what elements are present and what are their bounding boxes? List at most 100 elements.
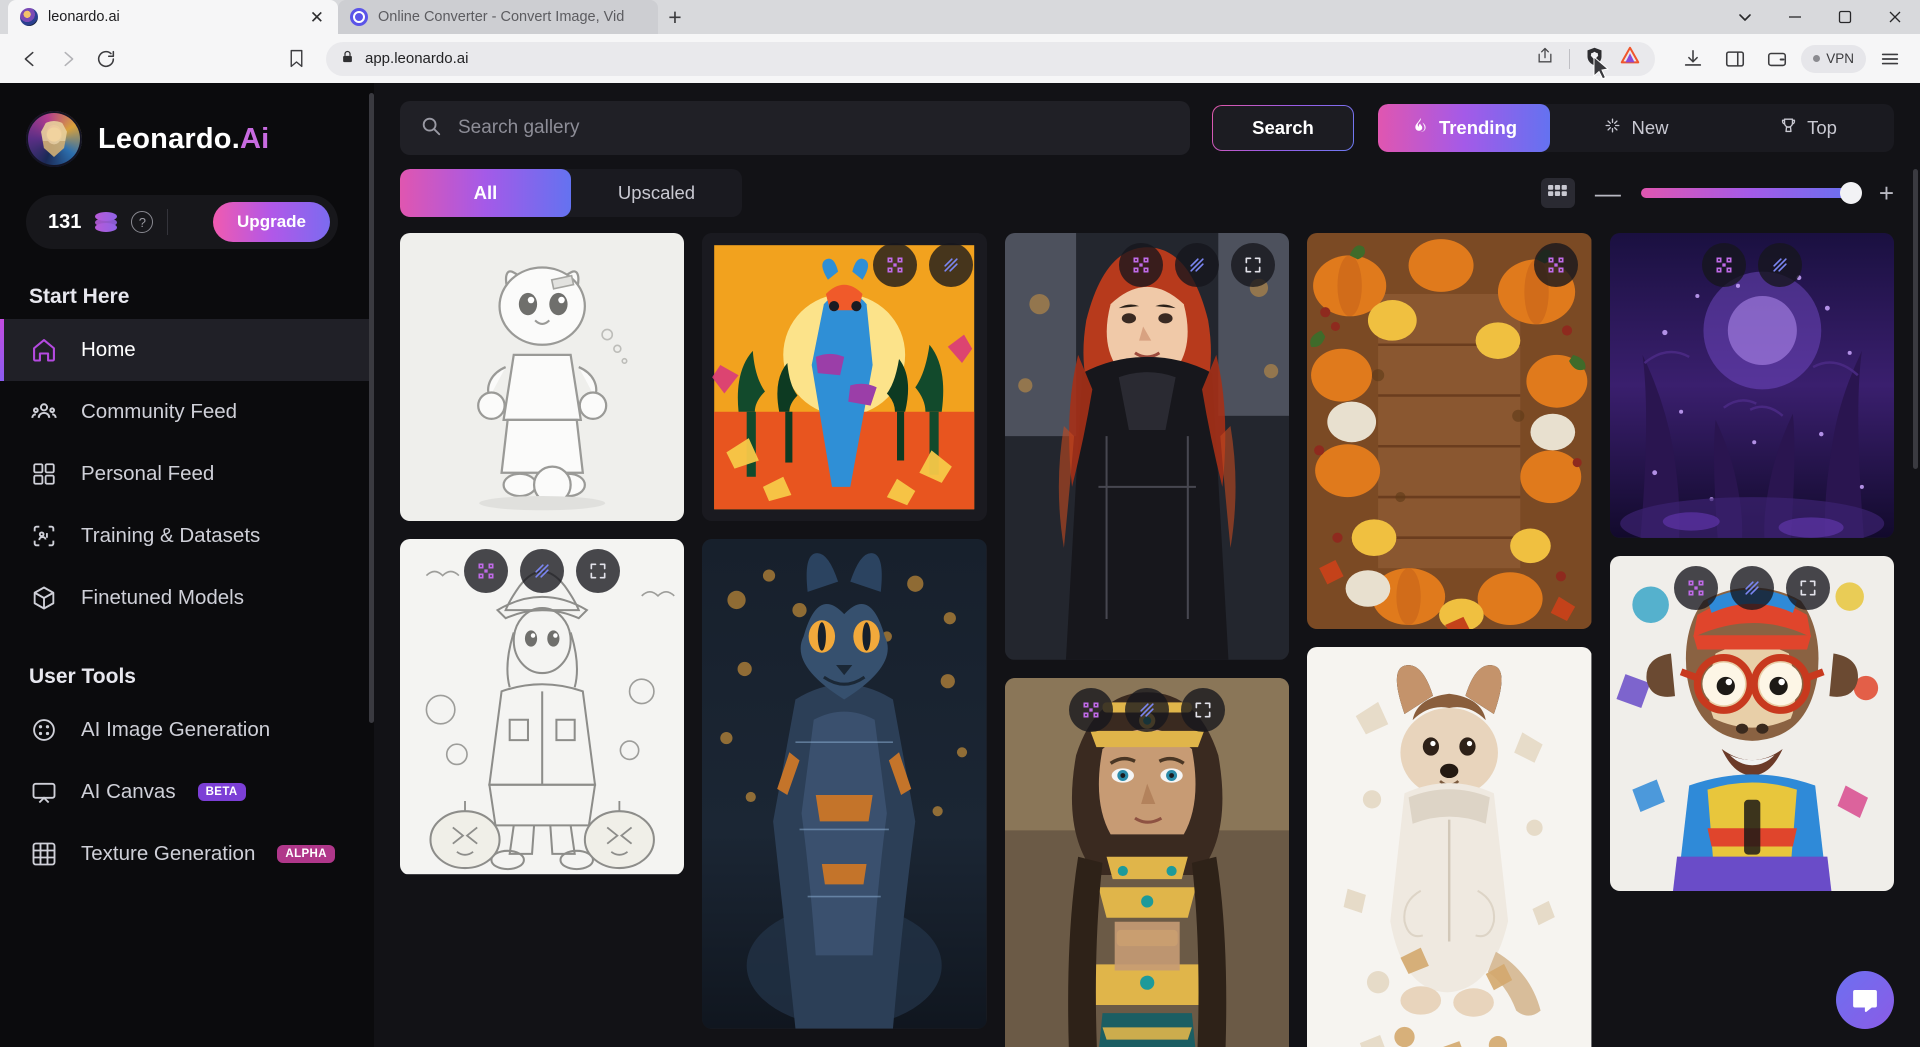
zoom-slider[interactable] <box>1641 188 1859 198</box>
remix-icon[interactable] <box>1534 243 1578 287</box>
zoom-controls: — + <box>1541 178 1894 208</box>
browser-chrome: leonardo.ai ✕ Online Converter - Convert… <box>0 0 1920 83</box>
forward-arrow-icon[interactable] <box>50 41 86 77</box>
brave-wallet-icon[interactable] <box>1759 41 1795 77</box>
gallery-scrollbar-thumb[interactable] <box>1913 169 1918 469</box>
fullscreen-icon[interactable] <box>1786 566 1830 610</box>
remix-icon[interactable] <box>1069 688 1113 732</box>
search-row: Search Trending Ne <box>400 101 1894 155</box>
variations-icon[interactable] <box>520 549 564 593</box>
tab-top[interactable]: Top <box>1722 104 1894 152</box>
address-bar[interactable]: app.leonardo.ai <box>326 42 1655 76</box>
gallery-card-monkey-with-glasses-art[interactable] <box>1610 556 1894 891</box>
back-arrow-icon[interactable] <box>12 41 48 77</box>
gallery-card-autumn-pumpkin-arrangement[interactable] <box>1307 233 1591 629</box>
card-overlay-actions <box>1610 566 1894 610</box>
brand-header[interactable]: Leonardo.Ai <box>0 105 374 167</box>
sidebar: Leonardo.Ai 131 ? Upgrade Start Here Hom… <box>0 83 374 1047</box>
navigation-toolbar: app.leonardo.ai <box>0 34 1920 83</box>
card-overlay-actions <box>702 243 986 287</box>
gallery-card-chihuahua-in-hoodie[interactable] <box>1307 647 1591 1047</box>
tab-label: Trending <box>1439 117 1517 139</box>
gallery-card-golden-warrior-queen[interactable] <box>1005 678 1289 1047</box>
tab-trending[interactable]: Trending <box>1378 104 1550 152</box>
remix-icon[interactable] <box>1702 243 1746 287</box>
canvas-icon <box>29 777 59 807</box>
zoom-slider-knob[interactable] <box>1840 182 1862 204</box>
gallery-card-purple-fantasy-forest[interactable] <box>1610 233 1894 538</box>
new-tab-button[interactable]: + <box>658 0 692 34</box>
gallery-card-armored-cat-warrior[interactable] <box>702 539 986 1029</box>
tab-search-button[interactable] <box>1720 0 1770 34</box>
cube-icon <box>29 583 59 613</box>
tab-new[interactable]: New <box>1550 104 1722 152</box>
fullscreen-icon[interactable] <box>1231 243 1275 287</box>
variations-icon[interactable] <box>929 243 973 287</box>
downloads-icon[interactable] <box>1675 41 1711 77</box>
sidebar-item-finetuned-models[interactable]: Finetuned Models <box>0 567 374 629</box>
sidebar-item-ai-image-generation[interactable]: AI Image Generation <box>0 699 374 761</box>
sidebar-item-label: Training & Datasets <box>81 524 260 548</box>
remix-icon[interactable] <box>1674 566 1718 610</box>
minimize-window-button[interactable] <box>1770 0 1820 34</box>
help-circle-icon[interactable]: ? <box>131 211 153 233</box>
remix-icon[interactable] <box>1119 243 1163 287</box>
variations-icon[interactable] <box>1730 566 1774 610</box>
search-input[interactable] <box>458 117 1170 139</box>
sidebar-item-texture-generation[interactable]: Texture Generation ALPHA <box>0 823 374 885</box>
artwork-golden-warrior-queen <box>1005 678 1289 1047</box>
grid-density-icon[interactable] <box>1541 178 1575 208</box>
artwork-armored-cat-warrior <box>702 539 986 1029</box>
browser-tab-converter[interactable]: Online Converter - Convert Image, Vid <box>338 0 658 34</box>
gallery-card-colorful-giraffe-poster[interactable] <box>702 233 986 521</box>
remix-icon[interactable] <box>464 549 508 593</box>
sidebar-item-personal-feed[interactable]: Personal Feed <box>0 443 374 505</box>
gallery-card-cartoon-cat-sketch[interactable] <box>400 233 684 521</box>
gallery-card-halloween-girl-lineart[interactable] <box>400 539 684 874</box>
variations-icon[interactable] <box>1175 243 1219 287</box>
zoom-out-button[interactable]: — <box>1595 180 1621 206</box>
search-box[interactable] <box>400 101 1190 155</box>
card-overlay-actions <box>1005 243 1289 287</box>
hamburger-menu-icon[interactable] <box>1872 41 1908 77</box>
share-icon[interactable] <box>1535 46 1555 71</box>
sidebar-panel-icon[interactable] <box>1717 41 1753 77</box>
fullscreen-icon[interactable] <box>576 549 620 593</box>
browser-tab-leonardo[interactable]: leonardo.ai ✕ <box>8 0 338 34</box>
variations-icon[interactable] <box>1125 688 1169 732</box>
remix-icon[interactable] <box>873 243 917 287</box>
variations-icon[interactable] <box>1758 243 1802 287</box>
card-overlay-actions <box>1610 243 1894 287</box>
upgrade-button[interactable]: Upgrade <box>213 202 330 242</box>
sidebar-item-community-feed[interactable]: Community Feed <box>0 381 374 443</box>
zoom-in-button[interactable]: + <box>1879 180 1894 206</box>
sidebar-item-ai-canvas[interactable]: AI Canvas BETA <box>0 761 374 823</box>
grid-icon <box>29 459 59 489</box>
maximize-window-button[interactable] <box>1820 0 1870 34</box>
artwork-cartoon-cat-sketch <box>400 233 684 521</box>
bookmark-icon[interactable] <box>278 41 314 77</box>
leonardo-favicon <box>20 8 38 26</box>
close-window-button[interactable] <box>1870 0 1920 34</box>
tab-upscaled[interactable]: Upscaled <box>571 169 742 217</box>
sidebar-item-home[interactable]: Home <box>0 319 374 381</box>
intercom-chat-button[interactable] <box>1836 971 1894 1029</box>
sidebar-item-training-datasets[interactable]: Training & Datasets <box>0 505 374 567</box>
tab-all[interactable]: All <box>400 169 571 217</box>
fullscreen-icon[interactable] <box>1181 688 1225 732</box>
reload-icon[interactable] <box>88 41 124 77</box>
vpn-button[interactable]: VPN <box>1801 45 1866 73</box>
close-tab-icon[interactable]: ✕ <box>308 9 326 26</box>
card-overlay-actions <box>400 549 684 593</box>
gallery-card-redhead-woman-portrait[interactable] <box>1005 233 1289 660</box>
sort-tab-group: Trending New Top <box>1378 104 1894 152</box>
omnibox-divider <box>1569 49 1570 69</box>
brave-rewards-icon[interactable] <box>1619 45 1641 72</box>
sidebar-scrollbar[interactable] <box>369 83 374 1047</box>
sidebar-scrollbar-thumb[interactable] <box>369 93 374 723</box>
search-icon <box>420 115 442 142</box>
sidebar-item-label: Community Feed <box>81 400 237 424</box>
tab-label: Top <box>1807 117 1837 139</box>
search-button[interactable]: Search <box>1212 105 1354 151</box>
browser-toolbar-right: VPN <box>1667 41 1908 77</box>
